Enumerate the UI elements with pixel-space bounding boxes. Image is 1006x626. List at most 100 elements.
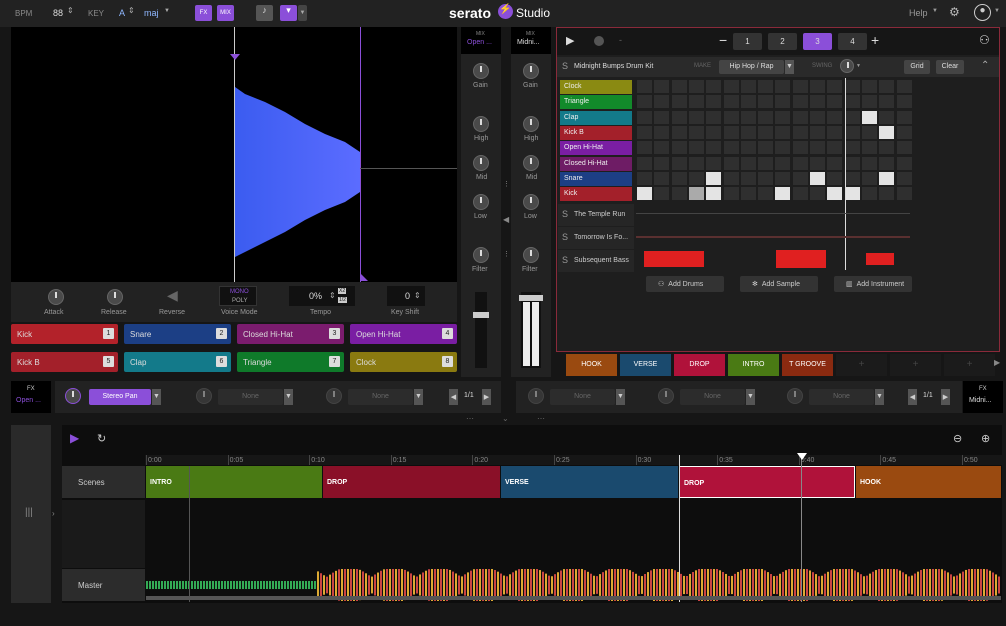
sample-waveform-view[interactable] [11, 27, 457, 282]
step-cell[interactable] [740, 141, 756, 155]
step-cell[interactable] [844, 80, 860, 93]
tempo-stepper-icon[interactable]: ⇕ [329, 291, 336, 300]
step-cell[interactable] [723, 156, 739, 170]
high-right-knob[interactable] [523, 116, 539, 132]
step-cell[interactable] [688, 141, 704, 155]
step-cell[interactable] [792, 171, 808, 185]
step-cell[interactable] [775, 171, 791, 185]
mixer-grip-icon[interactable]: ⋮ [503, 250, 510, 258]
step-cell[interactable] [688, 95, 704, 109]
step-cell[interactable] [723, 171, 739, 185]
step-cell[interactable] [861, 80, 877, 93]
step-cell[interactable] [758, 95, 774, 109]
key-shift-field[interactable]: 0 ⇕ [387, 286, 425, 306]
mid-left-knob[interactable] [473, 155, 489, 171]
song-play-icon[interactable]: ▶ [70, 431, 79, 445]
step-cell[interactable] [861, 110, 877, 124]
arrangement-section-drop[interactable]: DROP [679, 466, 855, 498]
step-cell[interactable] [723, 95, 739, 109]
kit-name[interactable]: Midnight Bumps Drum Kit [574, 63, 653, 70]
step-cell[interactable] [706, 95, 722, 109]
step-cell[interactable] [637, 156, 652, 170]
deck-play-icon[interactable]: ▶ [566, 34, 574, 47]
arrangement-section-intro[interactable]: INTRO [146, 466, 322, 498]
step-cell[interactable] [810, 156, 825, 170]
step-cell[interactable] [758, 156, 774, 170]
step-cell[interactable] [706, 187, 722, 201]
zoom-out-icon[interactable]: ⊖ [953, 432, 962, 445]
key-shift-stepper-icon[interactable]: ⇕ [414, 291, 421, 300]
step-cell[interactable] [792, 187, 808, 201]
fx2-left-select[interactable]: None [218, 389, 283, 405]
step-cell[interactable] [792, 110, 808, 124]
step-cell[interactable] [723, 80, 739, 93]
pattern-remove-icon[interactable]: − [719, 32, 727, 48]
step-cell[interactable] [827, 187, 843, 201]
reverse-icon[interactable]: ◀ [167, 287, 178, 304]
step-cell[interactable] [896, 125, 912, 139]
step-cell[interactable] [810, 141, 825, 155]
filter-right-knob[interactable] [523, 247, 539, 263]
fx2-right-knob[interactable] [658, 388, 674, 404]
add-instrument-button[interactable]: ▥ Add Instrument [834, 276, 912, 292]
step-cell[interactable] [775, 110, 791, 124]
step-cell[interactable] [861, 125, 877, 139]
fx2-right-select[interactable]: None [680, 389, 745, 405]
step-cell[interactable] [775, 125, 791, 139]
step-cell[interactable] [637, 187, 652, 201]
step-cell[interactable] [810, 110, 825, 124]
account-avatar-icon[interactable]: ● [974, 4, 991, 21]
step-cell[interactable] [706, 110, 722, 124]
sidebar-expand-icon[interactable]: › [52, 509, 55, 518]
volume-fader-right[interactable] [519, 292, 543, 368]
step-cell[interactable] [671, 95, 687, 109]
end-marker-icon[interactable] [361, 274, 368, 281]
step-cell[interactable] [654, 187, 670, 201]
step-cell[interactable] [775, 156, 791, 170]
pad-6[interactable]: Clap 6 [124, 352, 231, 372]
mix-view-button[interactable]: MIX [217, 5, 234, 21]
step-cell[interactable] [792, 95, 808, 109]
step-cell[interactable] [775, 141, 791, 155]
sample-track-1[interactable]: S The Temple Run [558, 204, 634, 226]
step-cell[interactable] [637, 95, 652, 109]
release-knob[interactable] [107, 289, 123, 305]
step-cell[interactable] [654, 141, 670, 155]
fx3-left-chevron-icon[interactable]: ▼ [414, 389, 423, 405]
step-cell[interactable] [827, 110, 843, 124]
step-cell[interactable] [740, 125, 756, 139]
low-left-knob[interactable] [473, 194, 489, 210]
fx3-right-select[interactable]: None [809, 389, 874, 405]
record-mode-chevron-icon[interactable]: ▼ [298, 5, 307, 21]
add-drums-button[interactable]: ⚇ Add Drums [646, 276, 724, 292]
fx-deck-right[interactable]: FX Midni... [963, 381, 1003, 413]
step-cell[interactable] [844, 141, 860, 155]
step-cell[interactable] [827, 80, 843, 93]
playhead-marker-icon[interactable] [797, 453, 807, 460]
step-cell[interactable] [844, 110, 860, 124]
deck-minus-icon[interactable]: - [619, 35, 622, 45]
step-cell[interactable] [879, 125, 895, 139]
step-cell[interactable] [896, 80, 912, 93]
fx-page-next-left-icon[interactable]: ▶ [482, 389, 491, 405]
step-cell[interactable] [896, 141, 912, 155]
step-cell[interactable] [861, 141, 877, 155]
fx3-right-knob[interactable] [787, 388, 803, 404]
add-sample-button[interactable]: ✻ Add Sample [740, 276, 818, 292]
bpm-stepper-icon[interactable]: ⇕ [67, 6, 74, 15]
fx1-right-select[interactable]: None [550, 389, 615, 405]
drum-track-6[interactable]: Closed Hi-Hat [560, 156, 632, 171]
step-cell[interactable] [810, 187, 825, 201]
sample-track-3[interactable]: S Subsequent Bass [558, 250, 634, 272]
pattern-1-button[interactable]: 1 [733, 33, 762, 50]
genre-chevron-icon[interactable]: ▼ [785, 60, 794, 74]
step-cell[interactable] [740, 187, 756, 201]
step-cell[interactable] [758, 141, 774, 155]
timeline-ruler[interactable] [145, 455, 1002, 465]
fx-page-prev-right-icon[interactable]: ◀ [908, 389, 917, 405]
step-cell[interactable] [775, 80, 791, 93]
step-cell[interactable] [827, 141, 843, 155]
mid-right-knob[interactable] [523, 155, 539, 171]
step-cell[interactable] [810, 171, 825, 185]
step-cell[interactable] [896, 156, 912, 170]
